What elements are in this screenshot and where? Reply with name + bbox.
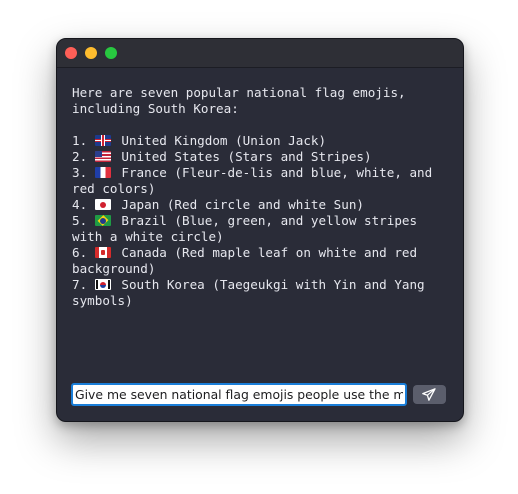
title-bar [57, 39, 463, 68]
zoom-window-button[interactable] [105, 47, 117, 59]
list-item: 1. United Kingdom (Union Jack) [72, 133, 327, 148]
list-item: 3. France (Fleur-de-lis and blue, white,… [72, 165, 433, 196]
list-item: 7. South Korea (Taegeukgi with Yin and Y… [72, 277, 425, 308]
uk-flag-icon [94, 135, 111, 146]
france-flag-icon [94, 167, 111, 178]
assistant-message: Here are seven popular national flag emo… [72, 85, 450, 309]
canada-flag-icon [94, 247, 111, 258]
list-item: 2. United States (Stars and Stripes) [72, 149, 372, 164]
south-korea-flag-icon [94, 279, 111, 290]
message-input-wrapper [71, 383, 407, 406]
app-window: Here are seven popular national flag emo… [56, 38, 464, 422]
message-intro: Here are seven popular national flag emo… [72, 85, 406, 116]
message-input[interactable] [73, 385, 405, 404]
us-flag-icon [94, 151, 111, 162]
brazil-flag-icon [94, 215, 111, 226]
list-item: 4. Japan (Red circle and white Sun) [72, 197, 364, 212]
paper-plane-icon [422, 388, 436, 401]
minimize-window-button[interactable] [85, 47, 97, 59]
send-button[interactable] [413, 385, 446, 404]
japan-flag-icon [94, 199, 111, 210]
flag-list: 1. United Kingdom (Union Jack) 2. United… [72, 133, 450, 309]
close-window-button[interactable] [65, 47, 77, 59]
list-item: 6. Canada (Red maple leaf on white and r… [72, 245, 418, 276]
list-item: 5. Brazil (Blue, green, and yellow strip… [72, 213, 418, 244]
